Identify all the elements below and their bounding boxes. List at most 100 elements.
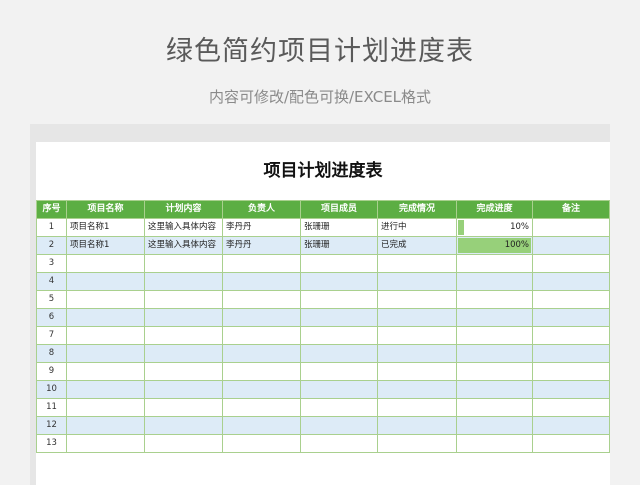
cell-status[interactable] [377,434,457,453]
cell-progress[interactable] [456,362,533,381]
cell-status[interactable] [377,380,457,399]
cell-project-name[interactable] [66,308,145,327]
cell-index[interactable]: 12 [36,416,67,435]
column-header-project-name[interactable]: 项目名称 [66,200,145,219]
cell-status[interactable] [377,344,457,363]
cell-members[interactable] [300,272,378,291]
cell-progress[interactable] [456,290,533,309]
column-header-index[interactable]: 序号 [36,200,67,219]
cell-owner[interactable] [222,254,301,273]
cell-note[interactable] [532,416,610,435]
cell-index[interactable]: 1 [36,218,67,237]
cell-plan-content[interactable] [144,272,223,291]
cell-owner[interactable] [222,398,301,417]
cell-progress[interactable] [456,416,533,435]
cell-members[interactable] [300,308,378,327]
cell-owner[interactable] [222,362,301,381]
cell-plan-content[interactable] [144,380,223,399]
cell-project-name[interactable] [66,362,145,381]
cell-progress[interactable] [456,434,533,453]
cell-status[interactable] [377,398,457,417]
cell-note[interactable] [532,434,610,453]
cell-owner[interactable] [222,416,301,435]
cell-status[interactable] [377,416,457,435]
cell-index[interactable]: 10 [36,380,67,399]
cell-progress[interactable]: 100% [456,236,533,255]
cell-status[interactable]: 进行中 [377,218,457,237]
cell-members[interactable]: 张珊珊 [300,218,378,237]
cell-owner[interactable]: 李丹丹 [222,218,301,237]
cell-project-name[interactable] [66,398,145,417]
cell-project-name[interactable]: 项目名称1 [66,218,145,237]
column-header-status[interactable]: 完成情况 [377,200,457,219]
column-header-members[interactable]: 项目成员 [300,200,378,219]
cell-index[interactable]: 6 [36,308,67,327]
column-header-note[interactable]: 备注 [532,200,610,219]
cell-project-name[interactable] [66,290,145,309]
cell-status[interactable] [377,290,457,309]
cell-owner[interactable] [222,434,301,453]
cell-members[interactable] [300,326,378,345]
cell-progress[interactable] [456,272,533,291]
cell-project-name[interactable] [66,416,145,435]
cell-members[interactable] [300,254,378,273]
cell-plan-content[interactable] [144,308,223,327]
cell-members[interactable] [300,362,378,381]
cell-plan-content[interactable] [144,344,223,363]
cell-index[interactable]: 4 [36,272,67,291]
cell-note[interactable] [532,326,610,345]
cell-members[interactable] [300,344,378,363]
cell-index[interactable]: 5 [36,290,67,309]
cell-note[interactable] [532,254,610,273]
cell-plan-content[interactable] [144,434,223,453]
cell-index[interactable]: 3 [36,254,67,273]
cell-plan-content[interactable] [144,254,223,273]
cell-plan-content[interactable] [144,290,223,309]
cell-index[interactable]: 8 [36,344,67,363]
cell-note[interactable] [532,398,610,417]
cell-progress[interactable] [456,326,533,345]
column-header-plan-content[interactable]: 计划内容 [144,200,223,219]
cell-note[interactable] [532,362,610,381]
cell-note[interactable] [532,272,610,291]
cell-index[interactable]: 9 [36,362,67,381]
cell-project-name[interactable] [66,344,145,363]
cell-owner[interactable] [222,290,301,309]
cell-status[interactable] [377,308,457,327]
cell-progress[interactable] [456,308,533,327]
cell-status[interactable]: 已完成 [377,236,457,255]
cell-members[interactable]: 张珊珊 [300,236,378,255]
cell-plan-content[interactable] [144,416,223,435]
cell-progress[interactable] [456,344,533,363]
column-header-progress[interactable]: 完成进度 [456,200,533,219]
cell-progress[interactable] [456,398,533,417]
cell-project-name[interactable] [66,434,145,453]
cell-owner[interactable] [222,272,301,291]
cell-members[interactable] [300,290,378,309]
cell-status[interactable] [377,326,457,345]
cell-index[interactable]: 2 [36,236,67,255]
cell-project-name[interactable] [66,254,145,273]
cell-members[interactable] [300,380,378,399]
cell-plan-content[interactable] [144,362,223,381]
cell-owner[interactable] [222,326,301,345]
cell-plan-content[interactable]: 这里输入具体内容 [144,218,223,237]
cell-index[interactable]: 11 [36,398,67,417]
cell-plan-content[interactable]: 这里输入具体内容 [144,236,223,255]
cell-note[interactable] [532,290,610,309]
cell-project-name[interactable]: 项目名称1 [66,236,145,255]
cell-project-name[interactable] [66,326,145,345]
cell-owner[interactable] [222,308,301,327]
cell-progress[interactable]: 10% [456,218,533,237]
cell-plan-content[interactable] [144,326,223,345]
cell-owner[interactable] [222,344,301,363]
cell-owner[interactable] [222,380,301,399]
cell-project-name[interactable] [66,272,145,291]
cell-members[interactable] [300,416,378,435]
cell-note[interactable] [532,344,610,363]
cell-index[interactable]: 7 [36,326,67,345]
cell-status[interactable] [377,272,457,291]
cell-note[interactable] [532,308,610,327]
cell-owner[interactable]: 李丹丹 [222,236,301,255]
cell-progress[interactable] [456,254,533,273]
